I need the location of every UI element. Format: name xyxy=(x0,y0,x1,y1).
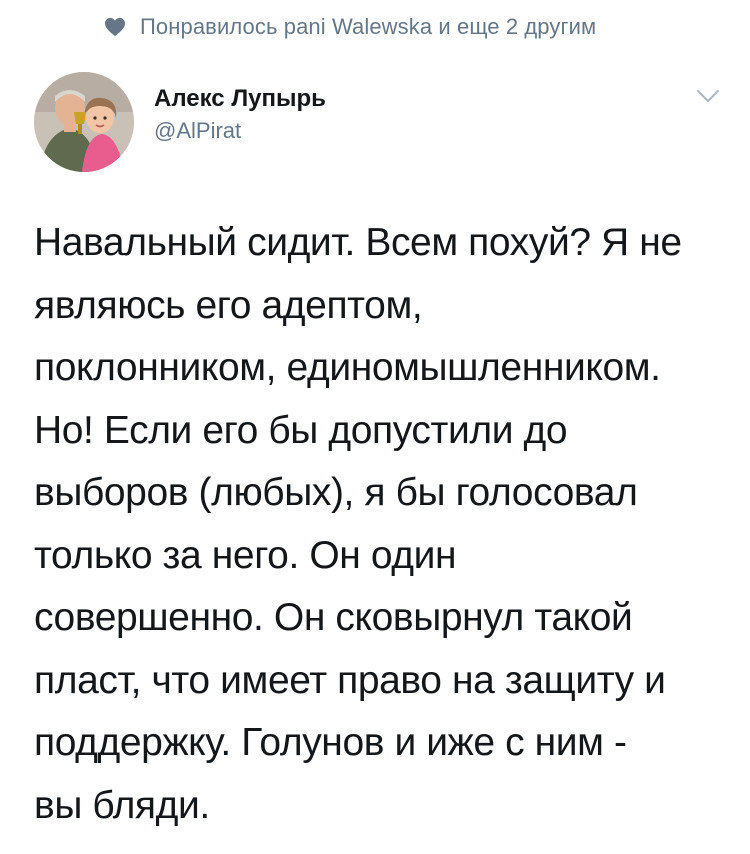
liked-by-text: Понравилось pani Walewska и еще 2 другим xyxy=(140,14,597,39)
avatar[interactable] xyxy=(34,72,134,172)
tweet-line: являюсь его адептом, xyxy=(34,283,423,327)
author-name[interactable]: Алекс Лупырь xyxy=(154,84,326,114)
tweet-line: только за него. Он один xyxy=(34,533,457,577)
tweet-text: Навальный сидит. Всем похуй? Я не являюс… xyxy=(34,212,734,837)
heart-icon xyxy=(105,17,125,37)
tweet-line: Но! Если его бы допустили до xyxy=(34,408,568,452)
tweet-line: выборов (любых), я бы голосовал xyxy=(34,471,638,514)
tweet-header: Алекс Лупырь @AlPirat xyxy=(34,72,724,172)
tweet-line: поклонником, единомышленником. xyxy=(34,346,661,389)
tweet-line: пласт, что имеет право на защиту и xyxy=(34,658,666,702)
tweet-line: Навальный сидит. Всем похуй? Я не xyxy=(34,221,682,264)
author-info[interactable]: Алекс Лупырь @AlPirat xyxy=(154,84,326,146)
tweet-line: поддержку. Голунов и иже с ним - xyxy=(34,721,627,764)
author-handle[interactable]: @AlPirat xyxy=(154,116,326,146)
tweet-line: совершенно. Он сковырнул такой xyxy=(34,596,633,639)
chevron-down-icon[interactable] xyxy=(696,88,720,104)
tweet-line: вы бляди. xyxy=(34,783,210,827)
liked-by-row[interactable]: Понравилось pani Walewska и еще 2 другим xyxy=(104,10,596,44)
